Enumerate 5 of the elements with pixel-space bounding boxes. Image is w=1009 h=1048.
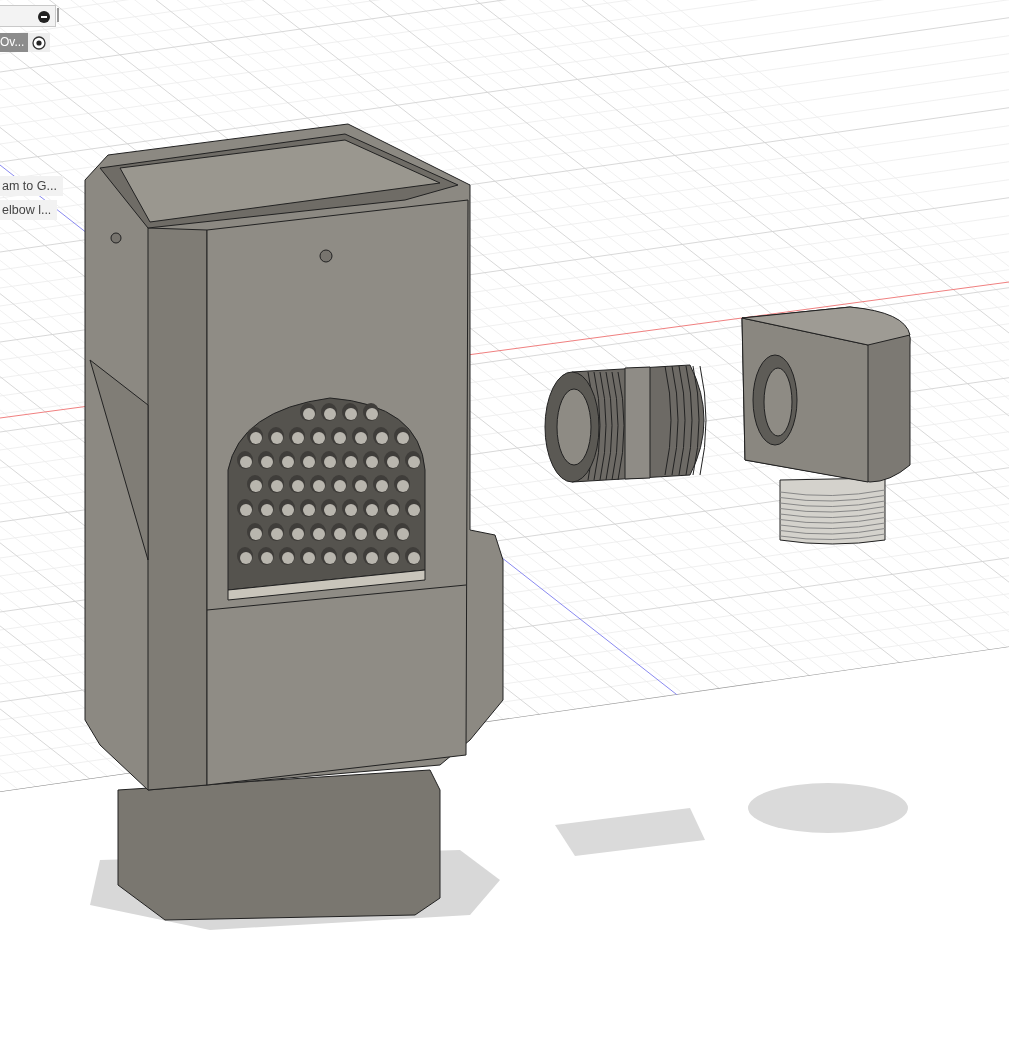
- panel-handle[interactable]: [57, 8, 59, 22]
- list-item[interactable]: am to G...: [0, 176, 63, 196]
- radio-icon[interactable]: [32, 35, 47, 50]
- collapse-icon[interactable]: [38, 11, 50, 23]
- list-item[interactable]: elbow l...: [0, 200, 58, 220]
